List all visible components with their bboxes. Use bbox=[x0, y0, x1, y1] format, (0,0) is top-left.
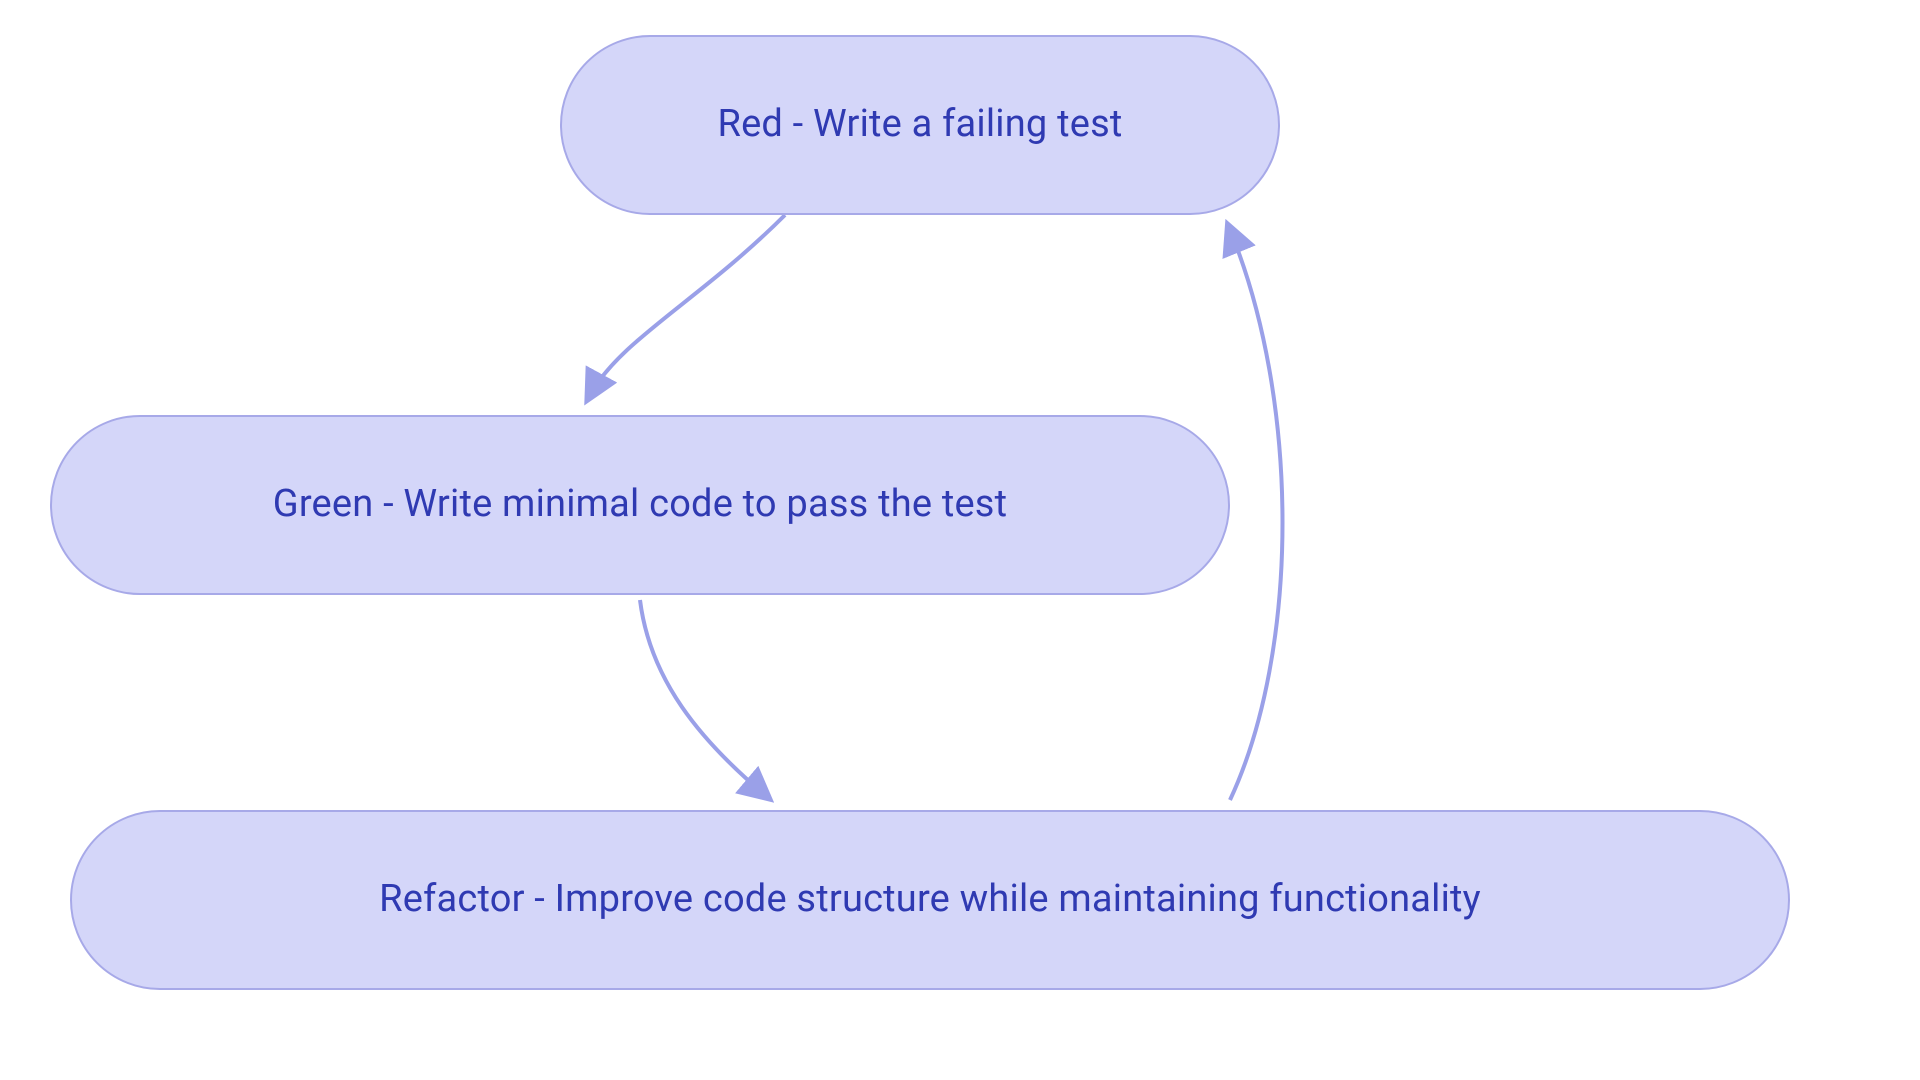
edge-red-to-green bbox=[590, 215, 785, 395]
node-green-label: Green - Write minimal code to pass the t… bbox=[273, 482, 1008, 528]
node-refactor: Refactor - Improve code structure while … bbox=[70, 810, 1790, 990]
edge-green-to-refactor bbox=[640, 600, 765, 795]
node-refactor-label: Refactor - Improve code structure while … bbox=[379, 877, 1481, 923]
node-red-label: Red - Write a failing test bbox=[717, 102, 1122, 148]
tdd-cycle-diagram: Red - Write a failing test Green - Write… bbox=[0, 0, 1920, 1080]
node-green: Green - Write minimal code to pass the t… bbox=[50, 415, 1230, 595]
edge-refactor-to-red bbox=[1230, 230, 1283, 800]
node-red: Red - Write a failing test bbox=[560, 35, 1280, 215]
